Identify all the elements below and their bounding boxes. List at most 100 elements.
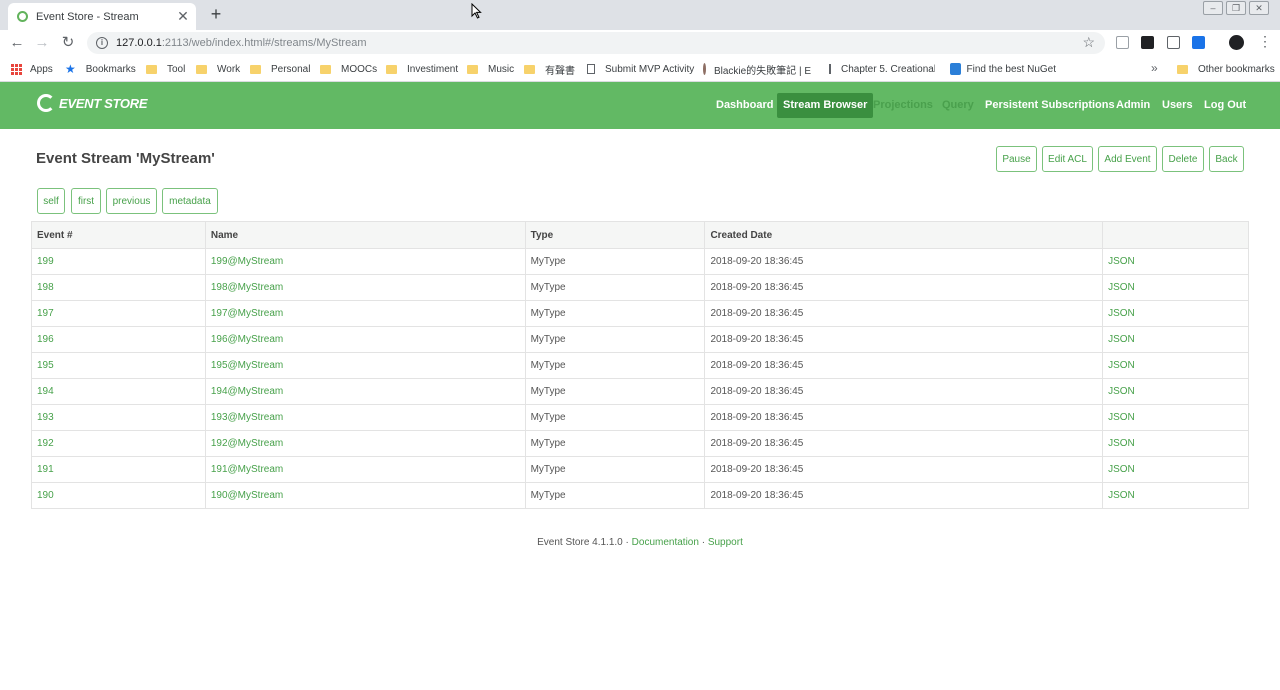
event-name-link[interactable]: 199@MyStream (204, 248, 526, 275)
json-link[interactable]: JSON (1102, 326, 1249, 353)
table-header-row: Event # Name Type Created Date (31, 221, 1249, 249)
event-name-link[interactable]: 196@MyStream (204, 326, 526, 353)
bookmark-item[interactable]: ★ Bookmarks (65, 61, 136, 77)
profile-avatar[interactable] (1229, 35, 1244, 50)
metadata-link-button[interactable]: metadata (162, 188, 218, 214)
event-number-link[interactable]: 196 (31, 326, 206, 353)
event-number-link[interactable]: 194 (31, 378, 206, 405)
json-link[interactable]: JSON (1102, 482, 1249, 509)
json-link[interactable]: JSON (1102, 352, 1249, 379)
extension-icon[interactable] (1167, 36, 1180, 49)
event-number-link[interactable]: 190 (31, 482, 206, 509)
bookmark-item[interactable]: Submit MVP Activity (587, 61, 694, 77)
event-number-link[interactable]: 199 (31, 248, 206, 275)
event-name-link[interactable]: 194@MyStream (204, 378, 526, 405)
first-link-button[interactable]: first (71, 188, 101, 214)
json-link[interactable]: JSON (1102, 456, 1249, 483)
event-type: MyType (524, 378, 706, 405)
bookmark-folder[interactable]: Tool (146, 61, 185, 77)
restore-icon[interactable]: ❐ (1226, 1, 1246, 15)
more-bookmarks-icon[interactable]: » (1151, 61, 1158, 75)
previous-link-button[interactable]: previous (106, 188, 157, 214)
event-created-date: 2018-09-20 18:36:45 (704, 404, 1104, 431)
bookmark-folder[interactable]: Work (196, 61, 240, 77)
edit-acl-button[interactable]: Edit ACL (1042, 146, 1093, 172)
nav-log-out[interactable]: Log Out (1198, 93, 1252, 118)
bookmark-item[interactable]: Blackie的失敗筆記 | E (703, 61, 811, 77)
browser-menu-icon[interactable]: ⋮ (1258, 33, 1272, 50)
json-link[interactable]: JSON (1102, 404, 1249, 431)
table-row: 199 199@MyStream MyType 2018-09-20 18:36… (31, 248, 1249, 275)
event-name-link[interactable]: 198@MyStream (204, 274, 526, 301)
json-link[interactable]: JSON (1102, 300, 1249, 327)
json-link[interactable]: JSON (1102, 430, 1249, 457)
browser-tab[interactable]: Event Store - Stream ✕ (8, 3, 196, 30)
close-window-icon[interactable]: ✕ (1249, 1, 1269, 15)
pause-button[interactable]: Pause (996, 146, 1037, 172)
forward-arrow-icon[interactable]: → (32, 33, 52, 53)
bookmark-label: Investiment (407, 63, 459, 75)
back-button[interactable]: Back (1209, 146, 1244, 172)
page-footer: Event Store 4.1.1.0 · Documentation · Su… (0, 537, 1280, 548)
minimize-icon[interactable]: – (1203, 1, 1223, 15)
json-link[interactable]: JSON (1102, 248, 1249, 275)
bookmark-folder[interactable]: MOOCs (320, 61, 377, 77)
close-tab-icon[interactable]: ✕ (174, 8, 192, 25)
event-store-logo[interactable]: EVENT STORE (37, 94, 148, 112)
event-created-date: 2018-09-20 18:36:45 (704, 430, 1104, 457)
add-event-button[interactable]: Add Event (1098, 146, 1157, 172)
event-name-link[interactable]: 191@MyStream (204, 456, 526, 483)
support-link[interactable]: Support (708, 537, 743, 548)
self-link-button[interactable]: self (37, 188, 65, 214)
url-path: :2113/web/index.html#/streams/MyStream (161, 37, 367, 49)
event-name-link[interactable]: 192@MyStream (204, 430, 526, 457)
event-type: MyType (524, 430, 706, 457)
bookmark-item[interactable]: Find the best NuGet (950, 61, 1056, 77)
column-header-type: Type (524, 221, 706, 249)
extension-icon[interactable] (1192, 36, 1205, 49)
new-tab-icon[interactable]: + (206, 4, 226, 25)
delete-button[interactable]: Delete (1162, 146, 1204, 172)
folder-icon (146, 64, 157, 74)
bookmark-item[interactable]: Chapter 5. Creational (829, 61, 935, 77)
folder-icon (1177, 64, 1188, 74)
nav-projections[interactable]: Projections (867, 93, 939, 118)
bookmark-star-icon[interactable]: ☆ (1082, 34, 1095, 51)
bookmark-folder[interactable]: Investiment (386, 61, 458, 77)
nav-admin[interactable]: Admin (1110, 93, 1156, 118)
url-text: 127.0.0.1:2113/web/index.html#/streams/M… (116, 37, 366, 49)
extension-icon[interactable] (1116, 36, 1129, 49)
event-number-link[interactable]: 195 (31, 352, 206, 379)
nav-query[interactable]: Query (936, 93, 980, 118)
site-info-icon[interactable]: i (96, 37, 108, 49)
event-name-link[interactable]: 195@MyStream (204, 352, 526, 379)
back-arrow-icon[interactable]: ← (7, 33, 27, 53)
event-number-link[interactable]: 191 (31, 456, 206, 483)
bookmark-folder[interactable]: Other bookmarks (1177, 61, 1275, 77)
nav-users[interactable]: Users (1156, 93, 1199, 118)
address-bar[interactable]: i 127.0.0.1:2113/web/index.html#/streams… (87, 32, 1105, 54)
event-name-link[interactable]: 197@MyStream (204, 300, 526, 327)
bookmark-item[interactable]: Apps (11, 61, 53, 77)
star-icon: ★ (65, 62, 76, 76)
folder-icon (250, 64, 261, 74)
event-number-link[interactable]: 193 (31, 404, 206, 431)
bookmark-folder[interactable]: Personal (250, 61, 310, 77)
documentation-link[interactable]: Documentation (632, 537, 699, 548)
extension-icon[interactable] (1141, 36, 1154, 49)
reload-icon[interactable]: ↻ (58, 33, 78, 53)
event-name-link[interactable]: 193@MyStream (204, 404, 526, 431)
table-row: 197 197@MyStream MyType 2018-09-20 18:36… (31, 300, 1249, 327)
event-number-link[interactable]: 197 (31, 300, 206, 327)
bookmark-folder[interactable]: 有聲書 (524, 61, 575, 77)
json-link[interactable]: JSON (1102, 274, 1249, 301)
event-name-link[interactable]: 190@MyStream (204, 482, 526, 509)
bookmark-label: Work (217, 63, 241, 75)
event-number-link[interactable]: 192 (31, 430, 206, 457)
event-number-link[interactable]: 198 (31, 274, 206, 301)
nav-persistent-subscriptions[interactable]: Persistent Subscriptions (979, 93, 1121, 118)
bookmark-folder[interactable]: Music (467, 61, 514, 77)
nav-stream-browser[interactable]: Stream Browser (777, 93, 874, 118)
json-link[interactable]: JSON (1102, 378, 1249, 405)
nav-dashboard[interactable]: Dashboard (710, 93, 779, 118)
